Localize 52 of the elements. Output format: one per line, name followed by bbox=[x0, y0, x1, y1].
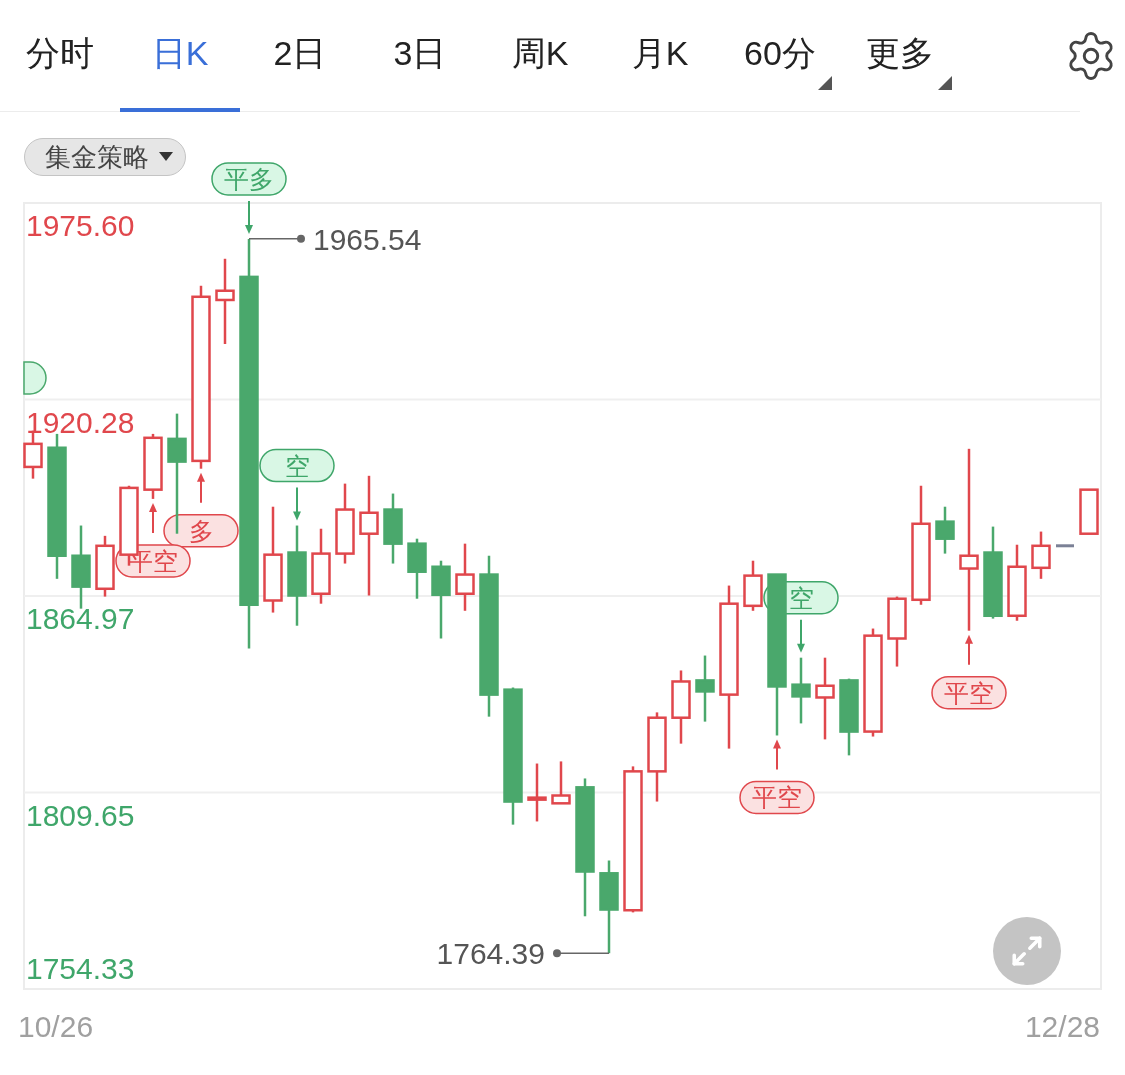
signal-arrow bbox=[773, 739, 781, 771]
signal-arrow bbox=[245, 199, 253, 234]
signal-arrow bbox=[293, 486, 301, 521]
candlestick bbox=[551, 761, 571, 805]
candlestick bbox=[935, 506, 955, 554]
signal-tag: 平空 bbox=[931, 675, 1007, 710]
signal-tag bbox=[23, 361, 47, 395]
leader-line bbox=[553, 949, 610, 958]
price-label: 1764.39 bbox=[436, 937, 545, 971]
period-tab[interactable]: 分时 bbox=[0, 0, 120, 112]
axis-label: 1920.28 bbox=[26, 405, 135, 439]
signal-arrow bbox=[797, 618, 805, 653]
candlestick bbox=[143, 433, 163, 499]
candlestick bbox=[455, 543, 475, 611]
period-tab[interactable]: 周K bbox=[480, 0, 600, 112]
axis-label: 1975.60 bbox=[26, 209, 135, 242]
period-tab[interactable]: 3日 bbox=[360, 0, 480, 112]
candlestick bbox=[95, 535, 115, 597]
candlestick bbox=[887, 596, 907, 667]
candlestick bbox=[791, 657, 811, 724]
candlestick bbox=[527, 763, 547, 822]
caret-icon bbox=[159, 152, 173, 162]
axis-label: 1809.65 bbox=[26, 798, 135, 832]
period-tab[interactable]: 日K bbox=[120, 0, 240, 112]
axis-label: 1754.33 bbox=[26, 952, 135, 985]
dropdown-corner-icon bbox=[818, 75, 832, 90]
signal-tag: 多 bbox=[163, 513, 239, 548]
axis-label: 1864.97 bbox=[26, 602, 135, 635]
signal-tag: 平空 bbox=[739, 780, 815, 815]
expand-icon bbox=[1010, 934, 1044, 968]
dropdown-corner-icon bbox=[938, 75, 952, 90]
period-tab[interactable]: 月K bbox=[600, 0, 720, 112]
candlestick bbox=[1031, 531, 1051, 579]
date-label: 12/28 bbox=[1024, 1010, 1100, 1043]
period-tab[interactable]: 60分 bbox=[720, 0, 840, 112]
signal-tag: 平多 bbox=[211, 162, 287, 196]
candlestick bbox=[743, 560, 763, 611]
strategy-dropdown[interactable]: 集金策略 bbox=[24, 138, 186, 176]
price-label: 1965.54 bbox=[313, 222, 422, 256]
period-tab[interactable]: 更多 bbox=[840, 0, 960, 112]
signal-tag: 空 bbox=[259, 448, 335, 483]
signal-arrow bbox=[149, 502, 157, 534]
leader-line bbox=[248, 234, 305, 243]
period-tab[interactable]: 2日 bbox=[240, 0, 360, 112]
candlestick bbox=[383, 493, 403, 564]
signal-arrow bbox=[965, 634, 973, 666]
candlestick bbox=[407, 538, 427, 599]
candlestick bbox=[1079, 488, 1099, 535]
candlestick bbox=[695, 655, 715, 722]
date-label: 10/26 bbox=[18, 1010, 94, 1043]
candlestick bbox=[1056, 544, 1074, 548]
signal-arrow bbox=[197, 472, 205, 504]
